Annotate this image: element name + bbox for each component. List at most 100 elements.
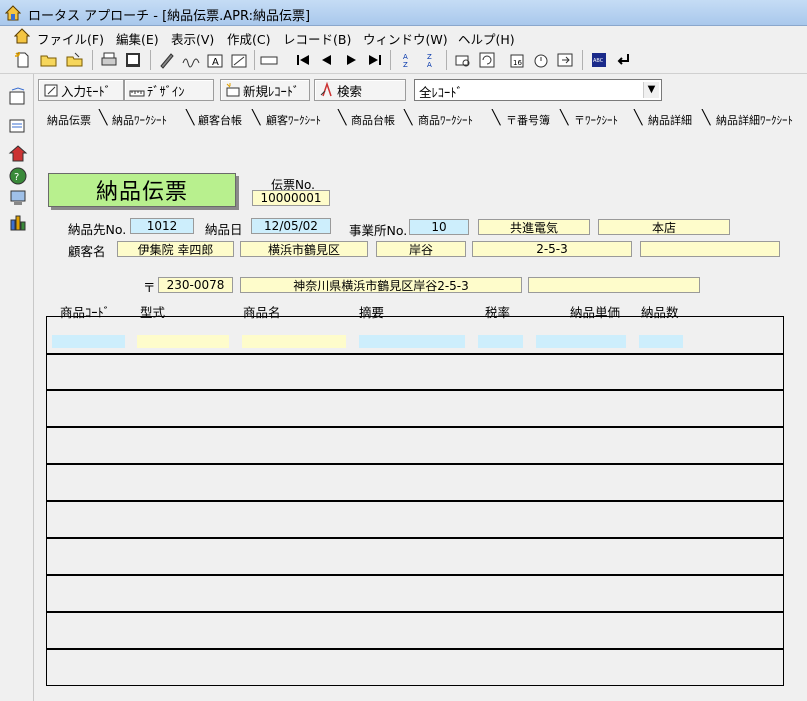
open-folder-icon[interactable] [38,49,60,71]
tools-palette: ? [0,74,34,701]
print-icon[interactable] [98,49,120,71]
form-tool-icon[interactable] [8,86,30,108]
svg-text:Z: Z [427,53,432,61]
separator [582,50,583,70]
block-field[interactable]: 2-5-3 [472,241,632,257]
home-icon[interactable] [8,144,30,166]
tab-customer-worksheet[interactable]: 顧客ﾜｰｸｼｰﾄ [266,112,321,128]
customer-no-field[interactable]: 1012 [130,218,194,234]
detail-tax-rate-field[interactable] [478,335,523,348]
row-divider [47,648,783,650]
tab-divider: ╲ [404,110,413,126]
form-title: 納品伝票 [48,173,236,207]
detail-product-name-field[interactable] [242,335,346,348]
tab-postal-worksheet[interactable]: 〒ﾜｰｸｼｰﾄ [574,112,618,128]
full-address-field[interactable]: 神奈川県横浜市鶴見区岸谷2-5-3 [240,277,522,293]
main-toolbar: A AZ ZA 16 ABC [0,46,807,74]
view-select[interactable]: 全ﾚｺｰﾄﾞ ▼ [414,79,662,101]
new-file-icon[interactable] [12,49,34,71]
tab-divider: ╲ [634,110,643,126]
tab-product-ledger[interactable]: 商品台帳 [351,112,395,128]
sort-descending-icon[interactable]: ZA [420,49,442,71]
menu-bar: ファイル(F) 編集(E) 表示(V) 作成(C) レコード(B) ウィンドウ(… [0,26,807,47]
address-line-2-field[interactable] [528,277,700,293]
design-label: ﾃﾞｻﾞｲﾝ [147,83,185,99]
print-preview-icon[interactable] [122,49,144,71]
help-globe-icon[interactable]: ? [8,166,30,188]
detail-model-field[interactable] [137,335,229,348]
office-no-label: 事業所No. [349,223,408,238]
city-field[interactable]: 横浜市鶴見区 [240,241,368,257]
draw-tool-icon[interactable] [228,49,250,71]
find-icon[interactable] [452,49,474,71]
tab-divider: ╲ [99,110,108,126]
new-record-label: 新規ﾚｺｰﾄﾞ [243,83,300,99]
timer-icon[interactable] [530,49,552,71]
separator [446,50,447,70]
tab-divider: ╲ [338,110,347,126]
company-field[interactable]: 共進電気 [478,219,590,235]
first-record-icon[interactable] [292,49,314,71]
svg-text:16: 16 [513,59,522,67]
row-divider [47,574,783,576]
app-icon[interactable] [4,5,22,21]
detail-description-field[interactable] [359,335,465,348]
row-divider [47,389,783,391]
chevron-down-icon[interactable]: ▼ [643,82,659,98]
refresh-icon[interactable] [476,49,498,71]
last-record-icon[interactable] [364,49,386,71]
export-icon[interactable] [554,49,576,71]
tab-divider: ╲ [560,110,569,126]
svg-text:ABC: ABC [593,58,604,64]
save-folder-icon[interactable] [64,49,86,71]
branch-field[interactable]: 本店 [598,219,730,235]
new-record-button[interactable]: 新規ﾚｺｰﾄﾞ [220,79,310,101]
next-record-icon[interactable] [340,49,362,71]
sort-ascending-icon[interactable]: AZ [396,49,418,71]
search-icon [320,82,332,97]
computer-icon[interactable] [8,188,30,210]
tab-divider: ╲ [492,110,501,126]
office-no-field[interactable]: 10 [409,219,469,235]
text-tool-icon[interactable]: A [204,49,226,71]
tab-delivery-slip[interactable]: 納品伝票 [47,112,91,128]
tab-product-worksheet[interactable]: 商品ﾜｰｸｼｰﾄ [418,112,473,128]
tab-delivery-detail[interactable]: 納品詳細 [648,112,692,128]
mode-toolbar: 入力ﾓｰﾄﾞ ﾃﾞｻﾞｲﾝ 新規ﾚｺｰﾄﾞ 検索 全ﾚｺｰﾄﾞ ▼ [34,76,807,106]
detail-unit-price-field[interactable] [536,335,626,348]
report-tool-icon[interactable] [8,114,30,136]
design-button[interactable]: ﾃﾞｻﾞｲﾝ [124,79,214,101]
squiggle-icon[interactable] [180,49,202,71]
search-button[interactable]: 検索 [314,79,406,101]
input-mode-button[interactable]: 入力ﾓｰﾄﾞ [38,79,124,101]
document-icon[interactable] [13,28,31,44]
tab-delivery-worksheet[interactable]: 納品ﾜｰｸｼｰﾄ [112,112,167,128]
row-divider [47,463,783,465]
tab-divider: ╲ [252,110,261,126]
row-divider [47,611,783,613]
address-extra-field[interactable] [640,241,780,257]
tab-customer-ledger[interactable]: 顧客台帳 [198,112,242,128]
separator [92,50,93,70]
window-title: ロータス アプローチ - [納品伝票.APR:納品伝票] [28,9,311,24]
pencil-icon[interactable] [156,49,178,71]
previous-record-icon[interactable] [316,49,338,71]
customer-name-field[interactable]: 伊集院 幸四郎 [117,241,234,257]
tab-delivery-detail-worksheet[interactable]: 納品詳細ﾜｰｸｼｰﾄ [716,112,793,128]
field-icon[interactable] [258,49,280,71]
slip-no-field[interactable]: 10000001 [252,190,330,206]
svg-text:A: A [212,57,219,68]
enter-icon[interactable] [612,49,634,71]
calendar-icon[interactable]: 16 [506,49,528,71]
detail-product-code-field[interactable] [52,335,125,348]
delivery-date-field[interactable]: 12/05/02 [251,218,331,234]
detail-quantity-field[interactable] [639,335,683,348]
postal-code-field[interactable]: 230-0078 [158,277,233,293]
delivery-date-label: 納品日 [205,222,243,237]
spellcheck-icon[interactable]: ABC [588,49,610,71]
tab-postal-directory[interactable]: 〒番号簿 [506,112,550,128]
chart-tool-icon[interactable] [8,212,30,234]
view-tabs: 納品伝票 ╲ 納品ﾜｰｸｼｰﾄ ╲ 顧客台帳 ╲ 顧客ﾜｰｸｼｰﾄ ╲ 商品台帳… [40,110,807,130]
town-field[interactable]: 岸谷 [376,241,466,257]
row-divider [47,500,783,502]
